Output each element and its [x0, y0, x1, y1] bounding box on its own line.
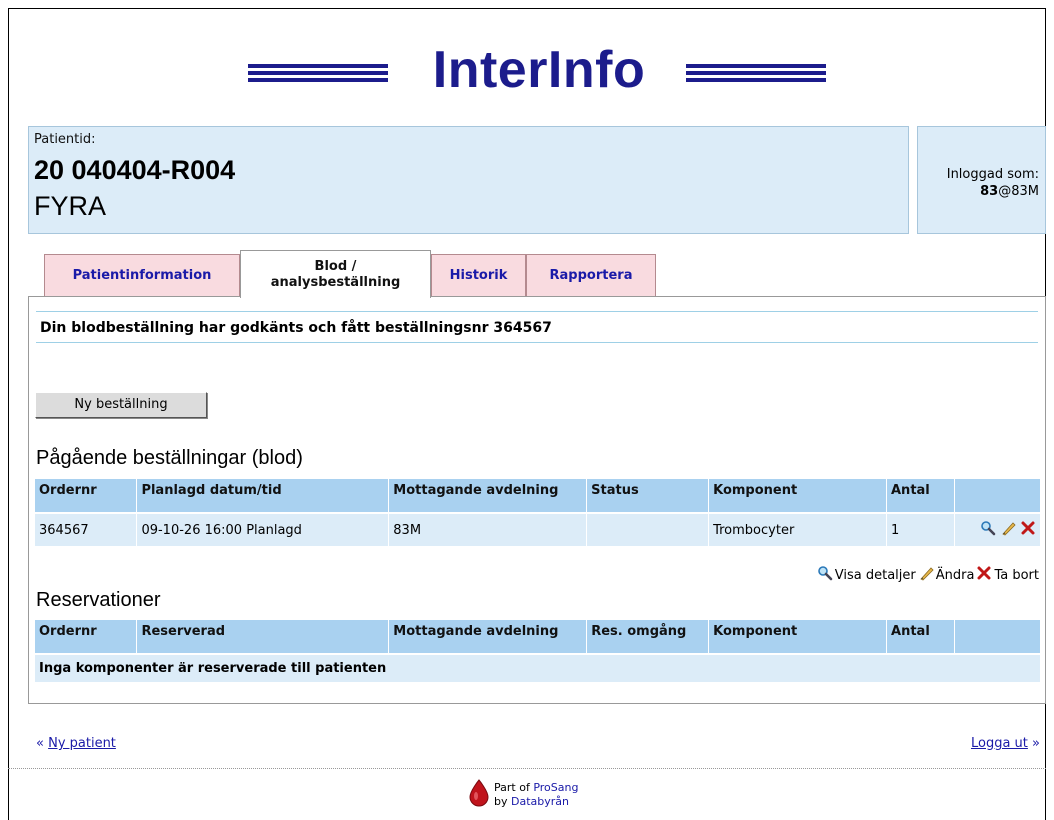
- orders-table: Ordernr Planlagd datum/tid Mottagande av…: [35, 479, 1042, 546]
- reservations-title: Reservationer: [36, 589, 161, 611]
- interinfo-logo: InterInfo: [248, 41, 828, 106]
- col-header-actions: [954, 479, 1042, 513]
- login-info: Inloggad som: 83@83M: [917, 126, 1046, 234]
- cell-avdelning: 83M: [388, 512, 588, 546]
- credit-part-of: Part of: [494, 781, 530, 794]
- cell-komponent: Trombocyter: [708, 512, 887, 546]
- login-unit: @83M: [998, 184, 1039, 199]
- tab-historik[interactable]: Historik: [431, 254, 526, 296]
- new-patient-link-wrap: « Ny patient: [36, 736, 116, 751]
- tab-label: Patientinformation: [72, 268, 212, 283]
- legend-edit-label: Ändra: [935, 567, 975, 583]
- action-legend: Visa detaljer Ändra Ta bort: [817, 565, 1039, 585]
- legend-delete-label: Ta bort: [994, 567, 1039, 583]
- col-header: Status: [586, 479, 710, 513]
- tab-label-line1: Blod /: [314, 258, 357, 274]
- table-header-row: Ordernr Reserverad Mottagande avdelning …: [35, 620, 1041, 654]
- logo-text: InterInfo: [432, 41, 646, 99]
- delete-x-icon: [976, 565, 992, 585]
- tab-content: Din blodbeställning har godkänts och fåt…: [28, 296, 1046, 704]
- databyran-link[interactable]: Databyrån: [511, 795, 569, 808]
- table-row: Inga komponenter är reserverade till pat…: [35, 653, 1041, 682]
- delete-x-icon[interactable]: [1020, 520, 1036, 540]
- col-header: Antal: [886, 620, 955, 654]
- view-details-icon: [817, 565, 833, 585]
- new-order-button[interactable]: Ny beställning: [35, 392, 207, 418]
- tab-rapportera[interactable]: Rapportera: [526, 254, 656, 296]
- col-header: Antal: [886, 479, 955, 513]
- logout-link[interactable]: Logga ut: [971, 736, 1028, 751]
- col-header: Komponent: [708, 620, 888, 654]
- table-row: 364567 09-10-26 16:00 Planlagd 83M Tromb…: [35, 512, 1042, 546]
- col-header: Mottagande avdelning: [388, 479, 588, 513]
- col-header-actions: [954, 620, 1041, 654]
- cell-antal: 1: [886, 512, 955, 546]
- logo-bars-left: [248, 64, 388, 85]
- table-header-row: Ordernr Planlagd datum/tid Mottagande av…: [35, 479, 1042, 513]
- footer-divider: [8, 768, 1046, 769]
- patient-header: Patientid: 20 040404-R004 FYRA: [28, 126, 909, 234]
- cell-actions: [954, 512, 1042, 546]
- col-header: Reserverad: [136, 620, 390, 654]
- col-header: Ordernr: [35, 479, 138, 513]
- col-header: Planlagd datum/tid: [136, 479, 390, 513]
- login-user: 83@83M: [980, 184, 1039, 199]
- col-header: Ordernr: [35, 620, 138, 654]
- view-details-icon[interactable]: [980, 520, 996, 540]
- tab-patientinformation[interactable]: Patientinformation: [44, 254, 240, 296]
- cell-status: [586, 512, 710, 546]
- reservations-table: Ordernr Reserverad Mottagande avdelning …: [35, 620, 1041, 682]
- patient-id-label: Patientid:: [34, 132, 96, 147]
- col-header: Komponent: [708, 479, 887, 513]
- cell-datetime: 09-10-26 16:00 Planlagd: [136, 512, 390, 546]
- edit-pencil-icon: [918, 565, 934, 585]
- tab-label-line2: analysbeställning: [270, 274, 401, 290]
- col-header: Mottagande avdelning: [388, 620, 588, 654]
- new-patient-link[interactable]: Ny patient: [48, 736, 116, 751]
- blood-drop-icon: [468, 779, 490, 811]
- logo-bars-right: [686, 64, 826, 85]
- login-label: Inloggad som:: [946, 167, 1039, 182]
- patient-id: 20 040404-R004: [34, 155, 236, 185]
- credit-by: by: [494, 795, 508, 808]
- logout-link-wrap: Logga ut »: [970, 736, 1040, 751]
- prosang-credit: Part of ProSang by Databyrån: [468, 779, 578, 811]
- tab-blod-analysbestallning[interactable]: Blod / analysbeställning: [240, 250, 431, 298]
- col-header: Res. omgång: [586, 620, 710, 654]
- confirmation-message: Din blodbeställning har godkänts och fåt…: [36, 311, 1038, 343]
- tab-label: Rapportera: [549, 268, 633, 283]
- orders-title: Pågående beställningar (blod): [36, 447, 303, 469]
- legend-view-label: Visa detaljer: [834, 567, 916, 583]
- prosang-link[interactable]: ProSang: [533, 781, 578, 794]
- edit-pencil-icon[interactable]: [1000, 520, 1016, 540]
- tab-label: Historik: [449, 268, 508, 283]
- patient-name: FYRA: [34, 191, 107, 221]
- empty-reservations-message: Inga komponenter är reserverade till pat…: [35, 653, 1041, 682]
- login-user-id: 83: [980, 184, 999, 199]
- cell-ordernr: 364567: [35, 512, 138, 546]
